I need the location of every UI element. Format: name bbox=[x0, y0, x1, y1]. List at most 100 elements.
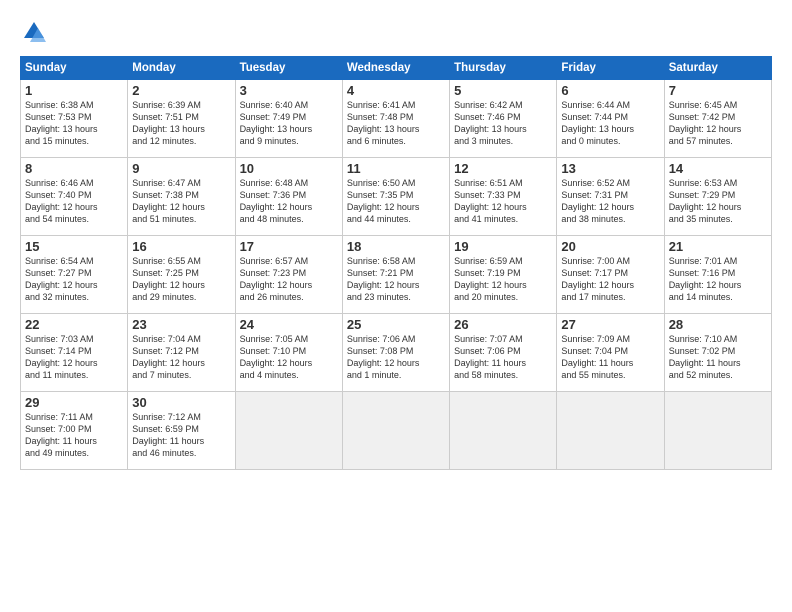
calendar-cell: 27Sunrise: 7:09 AM Sunset: 7:04 PM Dayli… bbox=[557, 314, 664, 392]
day-info: Sunrise: 6:42 AM Sunset: 7:46 PM Dayligh… bbox=[454, 99, 552, 148]
calendar-cell: 21Sunrise: 7:01 AM Sunset: 7:16 PM Dayli… bbox=[664, 236, 771, 314]
calendar-cell: 19Sunrise: 6:59 AM Sunset: 7:19 PM Dayli… bbox=[450, 236, 557, 314]
calendar-cell: 2Sunrise: 6:39 AM Sunset: 7:51 PM Daylig… bbox=[128, 80, 235, 158]
day-info: Sunrise: 7:09 AM Sunset: 7:04 PM Dayligh… bbox=[561, 333, 659, 382]
day-info: Sunrise: 6:40 AM Sunset: 7:49 PM Dayligh… bbox=[240, 99, 338, 148]
calendar-cell: 23Sunrise: 7:04 AM Sunset: 7:12 PM Dayli… bbox=[128, 314, 235, 392]
calendar-cell: 17Sunrise: 6:57 AM Sunset: 7:23 PM Dayli… bbox=[235, 236, 342, 314]
weekday-header-thursday: Thursday bbox=[450, 57, 557, 80]
calendar-cell: 30Sunrise: 7:12 AM Sunset: 6:59 PM Dayli… bbox=[128, 392, 235, 470]
day-number: 1 bbox=[25, 83, 123, 98]
calendar-cell: 18Sunrise: 6:58 AM Sunset: 7:21 PM Dayli… bbox=[342, 236, 449, 314]
weekday-header-row: SundayMondayTuesdayWednesdayThursdayFrid… bbox=[21, 57, 772, 80]
day-number: 8 bbox=[25, 161, 123, 176]
calendar-cell: 26Sunrise: 7:07 AM Sunset: 7:06 PM Dayli… bbox=[450, 314, 557, 392]
day-info: Sunrise: 6:58 AM Sunset: 7:21 PM Dayligh… bbox=[347, 255, 445, 304]
calendar-cell: 1Sunrise: 6:38 AM Sunset: 7:53 PM Daylig… bbox=[21, 80, 128, 158]
day-number: 5 bbox=[454, 83, 552, 98]
calendar-cell: 6Sunrise: 6:44 AM Sunset: 7:44 PM Daylig… bbox=[557, 80, 664, 158]
day-number: 28 bbox=[669, 317, 767, 332]
calendar-cell bbox=[342, 392, 449, 470]
calendar-cell: 20Sunrise: 7:00 AM Sunset: 7:17 PM Dayli… bbox=[557, 236, 664, 314]
day-number: 13 bbox=[561, 161, 659, 176]
day-number: 20 bbox=[561, 239, 659, 254]
day-info: Sunrise: 7:00 AM Sunset: 7:17 PM Dayligh… bbox=[561, 255, 659, 304]
day-number: 10 bbox=[240, 161, 338, 176]
day-number: 15 bbox=[25, 239, 123, 254]
week-row-4: 22Sunrise: 7:03 AM Sunset: 7:14 PM Dayli… bbox=[21, 314, 772, 392]
calendar-cell: 16Sunrise: 6:55 AM Sunset: 7:25 PM Dayli… bbox=[128, 236, 235, 314]
calendar-cell: 29Sunrise: 7:11 AM Sunset: 7:00 PM Dayli… bbox=[21, 392, 128, 470]
day-number: 23 bbox=[132, 317, 230, 332]
calendar-cell bbox=[664, 392, 771, 470]
day-number: 9 bbox=[132, 161, 230, 176]
calendar-cell: 11Sunrise: 6:50 AM Sunset: 7:35 PM Dayli… bbox=[342, 158, 449, 236]
calendar-cell: 24Sunrise: 7:05 AM Sunset: 7:10 PM Dayli… bbox=[235, 314, 342, 392]
day-info: Sunrise: 7:03 AM Sunset: 7:14 PM Dayligh… bbox=[25, 333, 123, 382]
day-number: 12 bbox=[454, 161, 552, 176]
day-info: Sunrise: 6:38 AM Sunset: 7:53 PM Dayligh… bbox=[25, 99, 123, 148]
calendar-cell: 5Sunrise: 6:42 AM Sunset: 7:46 PM Daylig… bbox=[450, 80, 557, 158]
day-number: 6 bbox=[561, 83, 659, 98]
day-info: Sunrise: 7:04 AM Sunset: 7:12 PM Dayligh… bbox=[132, 333, 230, 382]
day-number: 27 bbox=[561, 317, 659, 332]
day-info: Sunrise: 7:11 AM Sunset: 7:00 PM Dayligh… bbox=[25, 411, 123, 460]
calendar-cell: 7Sunrise: 6:45 AM Sunset: 7:42 PM Daylig… bbox=[664, 80, 771, 158]
day-info: Sunrise: 7:05 AM Sunset: 7:10 PM Dayligh… bbox=[240, 333, 338, 382]
day-info: Sunrise: 6:57 AM Sunset: 7:23 PM Dayligh… bbox=[240, 255, 338, 304]
day-number: 7 bbox=[669, 83, 767, 98]
calendar-cell: 12Sunrise: 6:51 AM Sunset: 7:33 PM Dayli… bbox=[450, 158, 557, 236]
week-row-3: 15Sunrise: 6:54 AM Sunset: 7:27 PM Dayli… bbox=[21, 236, 772, 314]
weekday-header-friday: Friday bbox=[557, 57, 664, 80]
day-number: 24 bbox=[240, 317, 338, 332]
day-info: Sunrise: 6:46 AM Sunset: 7:40 PM Dayligh… bbox=[25, 177, 123, 226]
day-number: 22 bbox=[25, 317, 123, 332]
day-number: 16 bbox=[132, 239, 230, 254]
calendar-cell: 25Sunrise: 7:06 AM Sunset: 7:08 PM Dayli… bbox=[342, 314, 449, 392]
day-info: Sunrise: 6:54 AM Sunset: 7:27 PM Dayligh… bbox=[25, 255, 123, 304]
logo bbox=[20, 18, 50, 46]
day-number: 29 bbox=[25, 395, 123, 410]
page-header bbox=[20, 18, 772, 46]
day-info: Sunrise: 6:41 AM Sunset: 7:48 PM Dayligh… bbox=[347, 99, 445, 148]
calendar-cell: 13Sunrise: 6:52 AM Sunset: 7:31 PM Dayli… bbox=[557, 158, 664, 236]
day-info: Sunrise: 7:12 AM Sunset: 6:59 PM Dayligh… bbox=[132, 411, 230, 460]
weekday-header-monday: Monday bbox=[128, 57, 235, 80]
calendar-cell bbox=[557, 392, 664, 470]
weekday-header-saturday: Saturday bbox=[664, 57, 771, 80]
day-number: 18 bbox=[347, 239, 445, 254]
day-info: Sunrise: 6:52 AM Sunset: 7:31 PM Dayligh… bbox=[561, 177, 659, 226]
day-number: 19 bbox=[454, 239, 552, 254]
calendar-cell: 10Sunrise: 6:48 AM Sunset: 7:36 PM Dayli… bbox=[235, 158, 342, 236]
day-info: Sunrise: 6:39 AM Sunset: 7:51 PM Dayligh… bbox=[132, 99, 230, 148]
day-info: Sunrise: 6:51 AM Sunset: 7:33 PM Dayligh… bbox=[454, 177, 552, 226]
calendar-table: SundayMondayTuesdayWednesdayThursdayFrid… bbox=[20, 56, 772, 470]
calendar-cell: 28Sunrise: 7:10 AM Sunset: 7:02 PM Dayli… bbox=[664, 314, 771, 392]
day-info: Sunrise: 7:07 AM Sunset: 7:06 PM Dayligh… bbox=[454, 333, 552, 382]
day-number: 3 bbox=[240, 83, 338, 98]
week-row-2: 8Sunrise: 6:46 AM Sunset: 7:40 PM Daylig… bbox=[21, 158, 772, 236]
day-number: 14 bbox=[669, 161, 767, 176]
day-info: Sunrise: 6:53 AM Sunset: 7:29 PM Dayligh… bbox=[669, 177, 767, 226]
day-info: Sunrise: 6:55 AM Sunset: 7:25 PM Dayligh… bbox=[132, 255, 230, 304]
calendar-cell: 15Sunrise: 6:54 AM Sunset: 7:27 PM Dayli… bbox=[21, 236, 128, 314]
day-info: Sunrise: 6:48 AM Sunset: 7:36 PM Dayligh… bbox=[240, 177, 338, 226]
day-number: 30 bbox=[132, 395, 230, 410]
day-info: Sunrise: 6:50 AM Sunset: 7:35 PM Dayligh… bbox=[347, 177, 445, 226]
day-number: 11 bbox=[347, 161, 445, 176]
day-info: Sunrise: 6:45 AM Sunset: 7:42 PM Dayligh… bbox=[669, 99, 767, 148]
weekday-header-wednesday: Wednesday bbox=[342, 57, 449, 80]
day-info: Sunrise: 7:10 AM Sunset: 7:02 PM Dayligh… bbox=[669, 333, 767, 382]
day-info: Sunrise: 7:06 AM Sunset: 7:08 PM Dayligh… bbox=[347, 333, 445, 382]
day-number: 26 bbox=[454, 317, 552, 332]
day-number: 2 bbox=[132, 83, 230, 98]
day-info: Sunrise: 6:47 AM Sunset: 7:38 PM Dayligh… bbox=[132, 177, 230, 226]
calendar-cell bbox=[450, 392, 557, 470]
day-number: 25 bbox=[347, 317, 445, 332]
calendar-cell: 3Sunrise: 6:40 AM Sunset: 7:49 PM Daylig… bbox=[235, 80, 342, 158]
calendar-cell: 14Sunrise: 6:53 AM Sunset: 7:29 PM Dayli… bbox=[664, 158, 771, 236]
weekday-header-tuesday: Tuesday bbox=[235, 57, 342, 80]
calendar-cell: 9Sunrise: 6:47 AM Sunset: 7:38 PM Daylig… bbox=[128, 158, 235, 236]
weekday-header-sunday: Sunday bbox=[21, 57, 128, 80]
day-info: Sunrise: 6:59 AM Sunset: 7:19 PM Dayligh… bbox=[454, 255, 552, 304]
